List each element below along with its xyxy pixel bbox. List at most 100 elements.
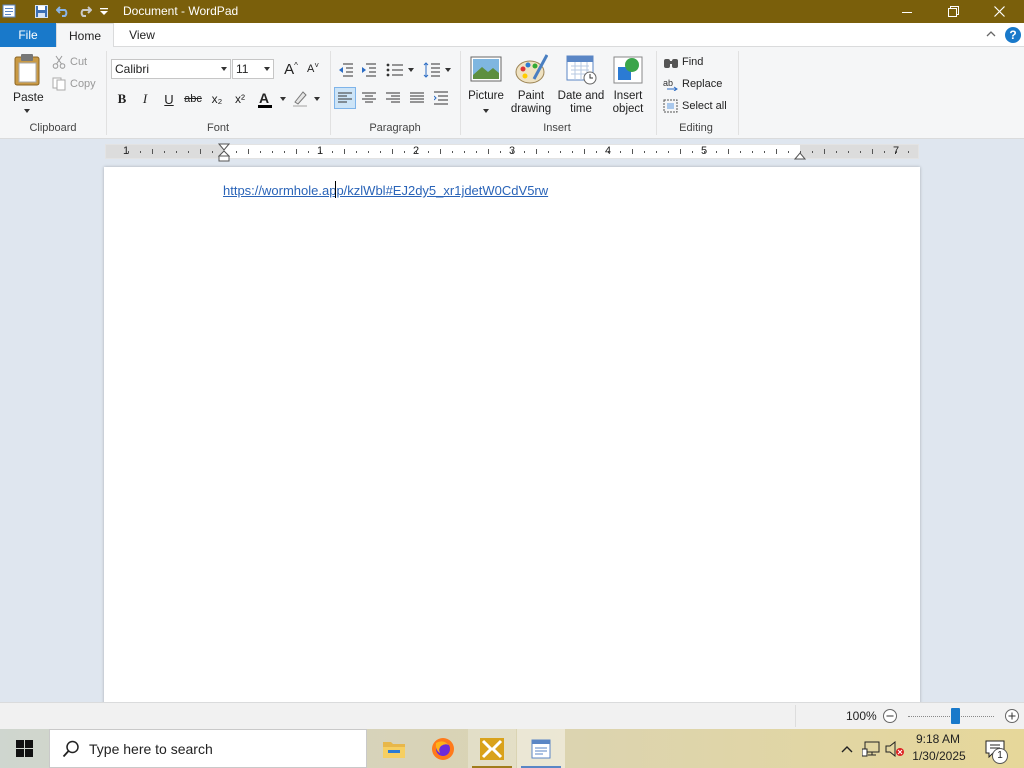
notification-count-badge: 1 <box>992 748 1008 764</box>
firefox-button[interactable] <box>419 729 467 768</box>
align-center-button[interactable] <box>358 87 380 109</box>
text-cursor <box>335 181 336 198</box>
ruler-tick <box>692 151 693 153</box>
svg-text:?: ? <box>1009 28 1016 42</box>
zoom-in-icon <box>1005 709 1019 723</box>
ruler-tick <box>632 149 633 154</box>
show-hidden-icons-button[interactable] <box>838 729 856 768</box>
cut-icon <box>52 55 66 69</box>
grow-font-button[interactable]: A ^ <box>280 58 302 80</box>
line-spacing-button[interactable] <box>421 59 453 81</box>
file-explorer-button[interactable] <box>370 729 418 768</box>
wordpad-app-icon[interactable] <box>1 3 17 19</box>
ruler[interactable]: 1 1 2 3 4 5 7 <box>105 143 919 162</box>
network-button[interactable] <box>860 729 882 768</box>
find-button[interactable]: Find <box>662 53 732 71</box>
ruler-tick <box>356 151 357 153</box>
paste-icon <box>14 54 40 86</box>
underline-button[interactable]: U <box>158 88 180 110</box>
strikethrough-button[interactable]: abc <box>182 88 204 110</box>
text-color-button[interactable]: A <box>256 88 288 110</box>
zoom-out-icon <box>883 709 897 723</box>
tab-view[interactable]: View <box>118 23 166 47</box>
decrease-indent-button[interactable] <box>335 59 357 81</box>
picture-button[interactable]: Picture <box>465 53 507 117</box>
shrink-font-label: A <box>306 63 315 75</box>
paint-label-line1: Paint <box>517 90 545 102</box>
maximize-button[interactable] <box>930 0 976 23</box>
status-bar: 100% <box>0 702 1024 729</box>
bold-button[interactable]: B <box>111 88 133 110</box>
superscript-button[interactable]: x² <box>229 88 251 110</box>
document-workspace: 1 1 2 3 4 5 7 https://wormhole.app/kzlWb… <box>0 139 1024 707</box>
ruler-label: 3 <box>509 145 516 157</box>
zoom-in-button[interactable] <box>1004 708 1020 724</box>
select-all-icon <box>663 99 678 113</box>
action-center-button[interactable]: 1 <box>978 729 1012 768</box>
ruler-tick <box>680 149 681 154</box>
paste-label: Paste <box>13 90 44 104</box>
ruler-tick <box>848 151 849 153</box>
clock-date[interactable]: 1/30/2025 <box>911 749 967 763</box>
ruler-tick <box>584 149 585 154</box>
volume-button[interactable] <box>884 729 906 768</box>
bullets-button[interactable] <box>384 59 416 81</box>
zoom-out-button[interactable] <box>882 708 898 724</box>
tab-home[interactable]: Home <box>56 23 114 48</box>
undo-icon[interactable] <box>55 3 71 19</box>
paste-dropdown-icon <box>24 109 30 113</box>
save-icon[interactable] <box>33 3 49 19</box>
clock-time[interactable]: 9:18 AM <box>914 732 962 746</box>
date-time-button[interactable]: Date and time <box>556 53 606 117</box>
ruler-tick <box>380 151 381 153</box>
ruler-tick <box>716 151 717 153</box>
paragraph-settings-button[interactable] <box>430 87 452 109</box>
shrink-font-button[interactable]: A ˅ <box>302 58 324 80</box>
justify-button[interactable] <box>406 87 428 109</box>
wordpad-taskbar-button[interactable] <box>517 729 565 768</box>
line-spacing-icon <box>423 62 440 78</box>
start-button[interactable] <box>0 729 48 768</box>
align-left-button[interactable] <box>334 87 356 109</box>
right-indent-marker-icon[interactable] <box>794 151 806 160</box>
taskbar-search-box[interactable]: Type here to search <box>49 729 367 768</box>
decrease-indent-icon <box>339 63 353 77</box>
select-all-button[interactable]: Select all <box>662 97 734 115</box>
ruler-tick <box>668 151 669 153</box>
cut-button[interactable]: Cut <box>52 53 94 71</box>
redo-icon[interactable] <box>77 3 93 19</box>
document-link-text[interactable]: https://wormhole.app/kzlWbl#EJ2dy5_xr1jd… <box>223 183 548 198</box>
paint-drawing-button[interactable]: Paint drawing <box>508 53 554 117</box>
zoom-slider-thumb[interactable] <box>951 708 961 724</box>
help-icon[interactable]: ? <box>1004 26 1022 44</box>
copy-button[interactable]: Copy <box>52 75 102 93</box>
replace-label: Replace <box>682 78 723 90</box>
close-button[interactable] <box>976 0 1022 23</box>
font-family-select[interactable]: Calibri <box>111 59 231 79</box>
highlight-color-button[interactable] <box>290 88 322 110</box>
ruler-label: 1 <box>123 145 130 157</box>
wordpad-task-icon <box>531 739 551 758</box>
minimize-button[interactable] <box>884 0 930 23</box>
separator <box>795 705 796 727</box>
document-page[interactable]: https://wormhole.app/kzlWbl#EJ2dy5_xr1jd… <box>104 167 920 707</box>
align-right-button[interactable] <box>382 87 404 109</box>
insert-object-button[interactable]: Insert object <box>607 53 649 117</box>
increase-indent-button[interactable] <box>358 59 380 81</box>
ruler-tick <box>836 151 837 153</box>
tab-file[interactable]: File <box>0 23 56 47</box>
maximize-icon <box>947 6 959 17</box>
paste-button[interactable]: Paste <box>9 53 45 113</box>
customize-icon[interactable] <box>96 3 112 19</box>
italic-button[interactable]: I <box>134 88 156 110</box>
clipboard-group-label: Clipboard <box>29 122 77 134</box>
ruler-tick <box>176 151 177 153</box>
collapse-ribbon-icon[interactable] <box>985 28 999 42</box>
font-size-select[interactable]: 11 <box>232 59 274 79</box>
replace-button[interactable]: ab Replace <box>662 75 732 93</box>
subscript-button[interactable]: x₂ <box>206 88 228 110</box>
ruler-tick <box>368 151 369 153</box>
app-button[interactable] <box>468 729 516 768</box>
indent-markers-icon[interactable] <box>218 143 230 162</box>
copy-icon <box>52 77 66 91</box>
